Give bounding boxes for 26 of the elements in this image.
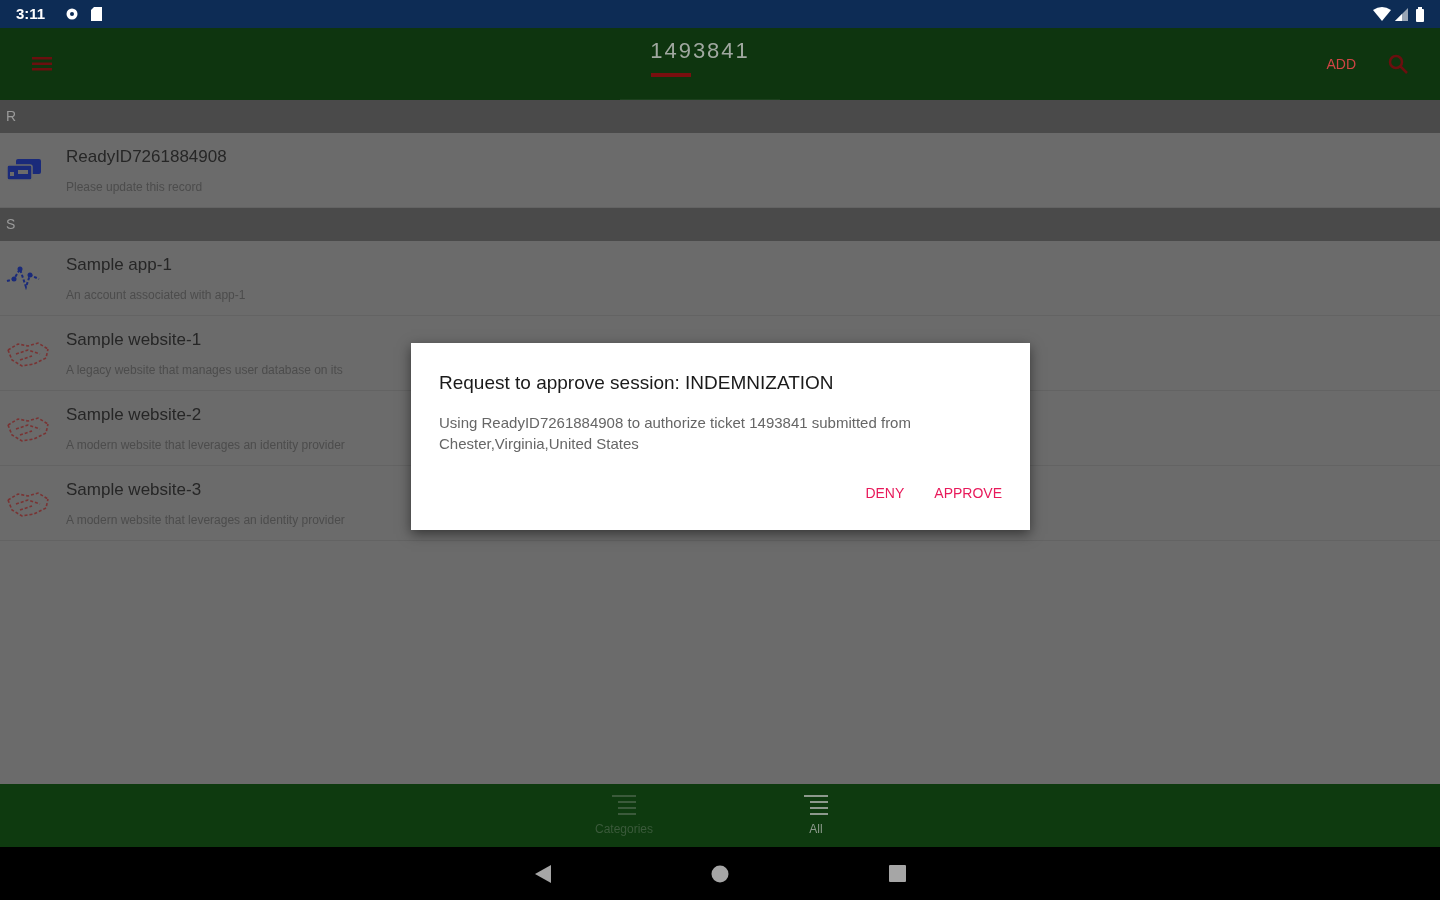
tab[interactable]: 1493841 [620,28,780,99]
list-icon [802,793,830,816]
item-title: ReadyID7261884908 [66,146,227,169]
clock-time: 3:11 [16,3,46,24]
sd-card-icon [91,7,103,21]
item-title: Sample website-2 [66,404,203,427]
item-title: Sample app-1 [66,254,173,277]
add-button[interactable]: ADD [1326,53,1356,75]
nav-tab[interactable]: All [770,784,862,847]
list-icon [610,793,638,816]
wifi-icon [1373,7,1391,21]
gear-icon [65,7,80,21]
dialog-message: Using ReadyID7261884908 to authorize ticket 1493841 submitted from Chester,Virginia,United States [439,412,912,454]
item-title: Sample website-1 [66,329,203,352]
battery-icon [1416,6,1424,22]
back-icon[interactable] [534,864,551,883]
item-title: Sample website-3 [66,479,203,502]
section-letter: S [6,215,16,234]
dialog-button[interactable]: DENY [865,483,905,504]
dialog-title: Request to approve session: INDEMNIZATION [439,371,835,395]
recents-icon[interactable] [888,865,906,882]
cards-icon [6,158,42,182]
signal-icon [1395,7,1408,21]
home-icon[interactable] [710,864,729,883]
dialog-button[interactable]: APPROVE [934,483,1002,504]
section-letter: R [6,107,17,126]
